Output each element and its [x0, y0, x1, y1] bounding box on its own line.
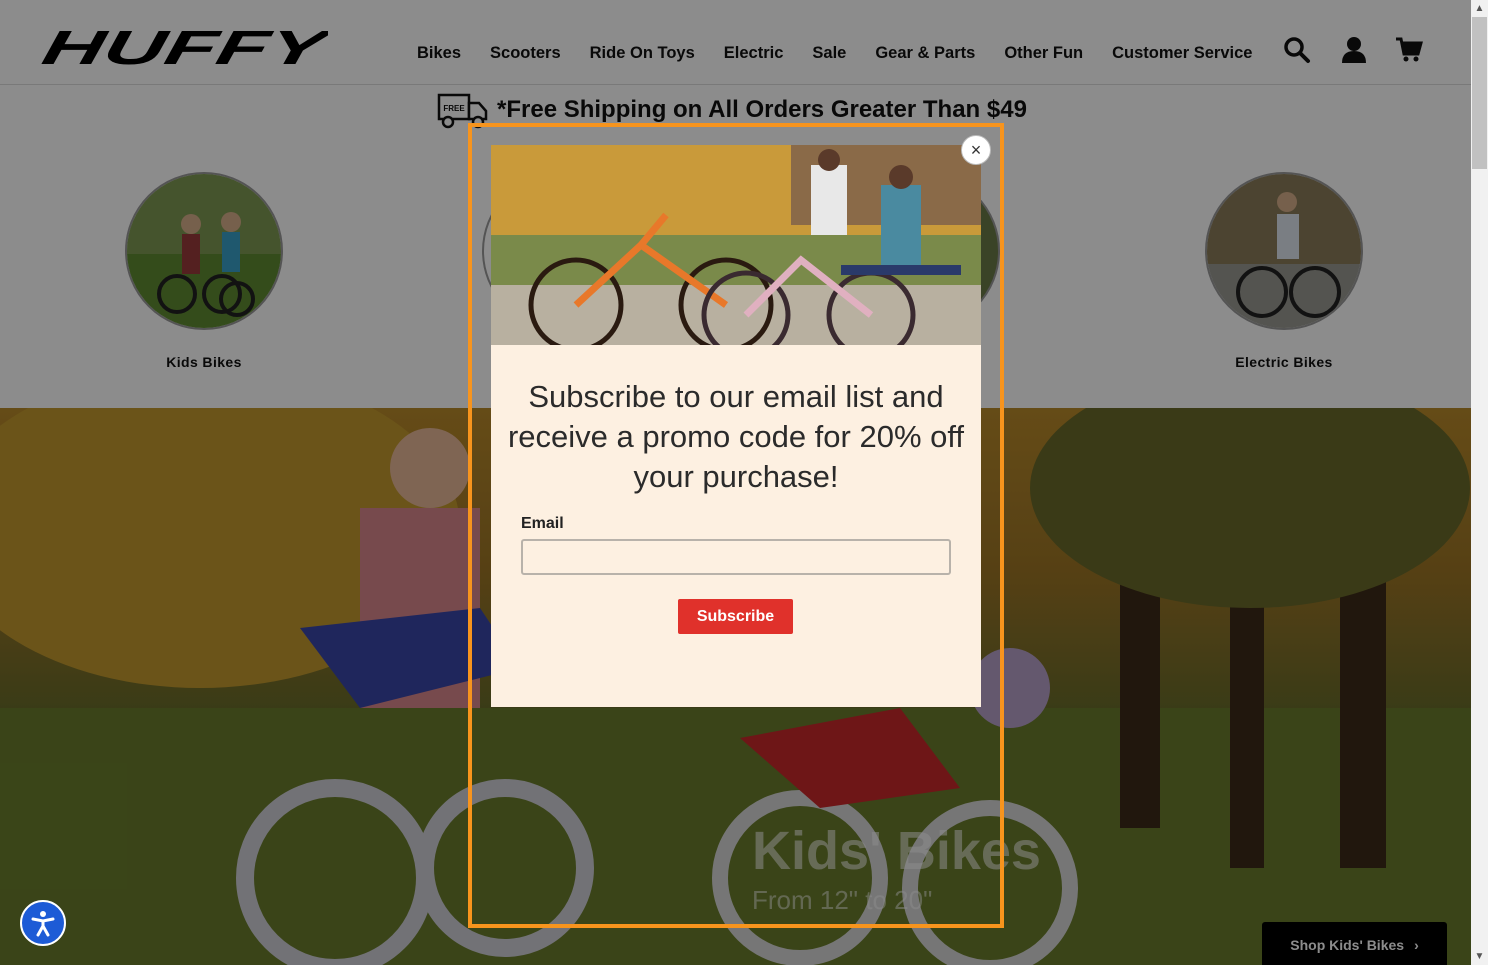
scrollbar-thumb[interactable] — [1472, 17, 1487, 169]
email-signup-modal: Subscribe to our email list and receive … — [491, 145, 981, 707]
accessibility-icon — [31, 911, 55, 937]
email-label: Email — [521, 515, 564, 532]
page: HUFFY Bikes Scooters Ride On Toys Electr… — [0, 0, 1471, 965]
scroll-up-arrow-icon[interactable]: ▲ — [1471, 0, 1488, 17]
modal-heading: Subscribe to our email list and receive … — [507, 379, 965, 494]
close-icon[interactable]: × — [961, 135, 991, 165]
modal-image — [491, 145, 981, 345]
email-field[interactable] — [521, 539, 951, 575]
subscribe-button[interactable]: Subscribe — [678, 599, 793, 634]
scroll-down-arrow-icon[interactable]: ▼ — [1471, 948, 1488, 965]
accessibility-button[interactable] — [20, 900, 66, 946]
